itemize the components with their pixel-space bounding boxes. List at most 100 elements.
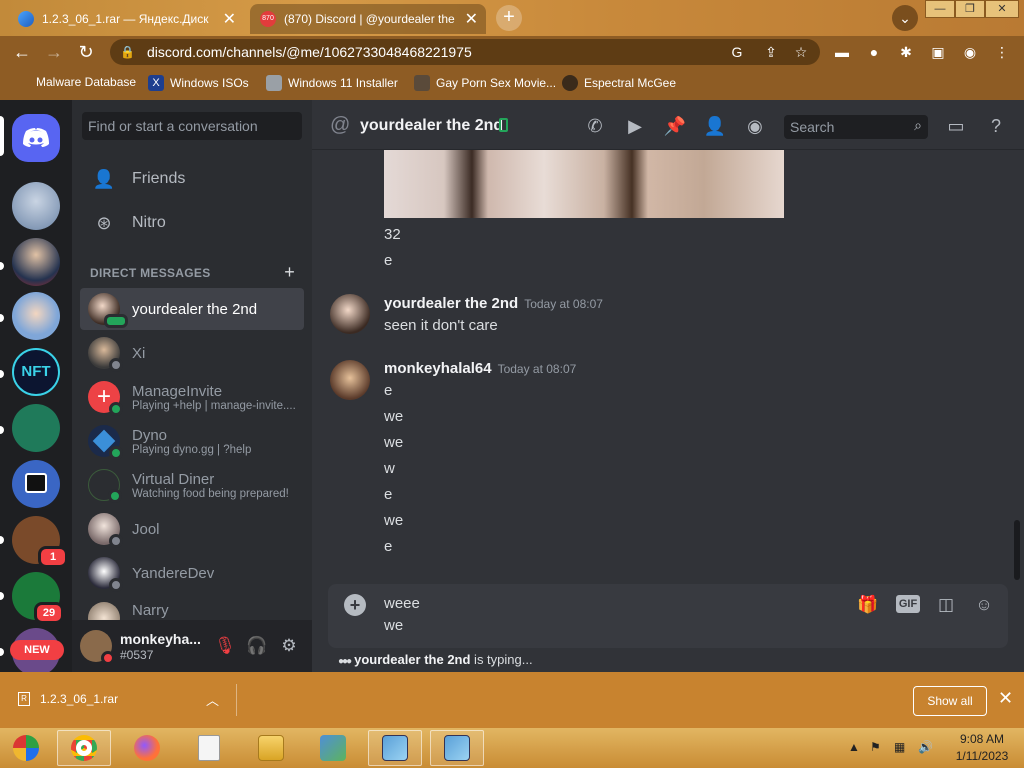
image-attachment[interactable] [384, 150, 784, 218]
composer-text-line[interactable]: weee [384, 595, 420, 612]
tab-search-dropdown-icon[interactable]: ⌄ [892, 5, 918, 31]
minimize-button[interactable]: — [925, 0, 955, 18]
action-center-flag-icon[interactable]: ⚑ [870, 740, 881, 754]
mute-microphone-icon[interactable]: 🎙 [213, 634, 237, 658]
help-icon[interactable]: ? [984, 114, 1008, 138]
close-tab-icon[interactable]: ✕ [465, 9, 478, 29]
inbox-icon[interactable]: ▭ [944, 114, 968, 138]
dm-item-dyno[interactable]: Dyno Playing dyno.gg | ?help [80, 420, 304, 462]
volume-icon[interactable]: 🔊 [918, 740, 933, 754]
taskbar-chrome[interactable] [57, 730, 111, 766]
system-clock[interactable]: 9:08 AM 1/11/2023 [950, 731, 1014, 765]
bookmark-malware-database[interactable]: Malware Database [36, 75, 136, 89]
taskbar-app-2[interactable] [430, 730, 484, 766]
voice-call-icon[interactable]: ✆ [583, 114, 607, 138]
gift-icon[interactable]: 🎁 [856, 594, 880, 616]
tab-title: 1.2.3_06_1.rar — Яндекс.Диск [42, 12, 209, 26]
extensions-puzzle-icon[interactable]: ✱ [896, 42, 916, 62]
chat-search-input[interactable]: Search ⌕ [784, 115, 928, 139]
composer-text-line[interactable]: we [384, 617, 403, 634]
back-arrow-icon[interactable]: ← [12, 42, 32, 62]
taskbar-control-panel[interactable] [306, 730, 360, 766]
message-composer[interactable]: + weee we 🎁 GIF ◫ ☺ [328, 584, 1008, 648]
find-conversation-search[interactable]: Find or start a conversation [82, 112, 302, 140]
create-dm-plus-icon[interactable]: + [284, 263, 295, 281]
author-avatar[interactable] [330, 360, 370, 400]
server-icon[interactable] [12, 182, 60, 230]
new-tab-button[interactable]: + [496, 5, 522, 31]
maximize-button[interactable]: ❐ [955, 0, 985, 18]
bookmark-windows-isos[interactable]: X Windows ISOs [148, 75, 249, 91]
close-downloads-icon[interactable]: ✕ [998, 688, 1013, 709]
dm-name: Virtual Diner [132, 470, 215, 488]
start-button[interactable] [2, 730, 50, 766]
menu-kebab-icon[interactable]: ⋮ [992, 42, 1012, 62]
discord-favicon-icon: 870 [260, 11, 276, 27]
dm-item-manageinvite[interactable]: + ManageInvite Playing +help | manage-in… [80, 376, 304, 418]
show-hidden-icons-icon[interactable]: ▲ [848, 740, 860, 754]
nft-server-icon[interactable]: NFT [12, 348, 60, 396]
reload-icon[interactable]: ↻ [76, 42, 96, 62]
server-icon[interactable] [12, 404, 60, 452]
dm-name: Xi [132, 344, 146, 362]
forward-arrow-icon[interactable]: → [44, 42, 64, 62]
dm-item-xi[interactable]: Xi [80, 332, 304, 374]
headphones-icon[interactable]: 🎧 [245, 634, 269, 658]
upload-plus-icon[interactable]: + [344, 594, 366, 616]
message-scrollbar[interactable] [1014, 520, 1020, 580]
close-tab-icon[interactable]: ✕ [223, 9, 236, 29]
bookmark-star-icon[interactable]: ☆ [792, 43, 810, 61]
chevron-up-icon[interactable]: ︿ [206, 690, 219, 709]
user-profile-icon[interactable]: ◉ [743, 114, 767, 138]
server-icon[interactable] [12, 238, 60, 286]
dnd-status-icon [101, 651, 115, 665]
taskbar-explorer[interactable] [244, 730, 298, 766]
gif-icon[interactable]: GIF [896, 595, 920, 613]
author-name[interactable]: monkeyhalal64 [384, 360, 492, 377]
dm-item-yourdealer[interactable]: yourdealer the 2nd [80, 288, 304, 330]
video-call-icon[interactable]: ▶ [623, 114, 647, 138]
pinned-messages-icon[interactable]: 📌 [663, 114, 687, 138]
taskbar-app-1[interactable] [368, 730, 422, 766]
extension-avatar-icon[interactable]: ● [864, 42, 884, 62]
side-panel-icon[interactable]: ▣ [928, 42, 948, 62]
dm-item-virtual-diner[interactable]: Virtual Diner Watching food being prepar… [80, 464, 304, 506]
tab-discord[interactable]: 870 (870) Discord | @yourdealer the ✕ [250, 4, 486, 34]
nav-friends[interactable]: 👤 Friends [80, 158, 304, 200]
nitro-icon: ⊛ [96, 212, 112, 233]
taskbar-firefox[interactable] [120, 730, 174, 766]
username[interactable]: monkeyha... [120, 631, 201, 647]
google-icon[interactable]: G [728, 43, 746, 61]
dyno-avatar-icon [88, 425, 123, 460]
dm-item-jool[interactable]: Jool [80, 508, 304, 550]
emoji-icon[interactable]: ☺ [972, 594, 996, 616]
share-icon[interactable]: ⇪ [762, 43, 780, 61]
download-item[interactable]: R 1.2.3_06_1.rar [18, 692, 118, 706]
address-bar[interactable]: 🔒 discord.com/channels/@me/1062733048468… [110, 39, 820, 65]
tab-yandex-disk[interactable]: 1.2.3_06_1.rar — Яндекс.Диск ✕ [8, 4, 244, 34]
close-window-button[interactable]: ✕ [985, 0, 1019, 18]
taskbar-notepad[interactable] [182, 730, 236, 766]
profile-icon[interactable]: ◉ [960, 42, 980, 62]
bookmark-movie[interactable]: Gay Porn Sex Movie... [414, 75, 556, 91]
show-all-button[interactable]: Show all [913, 686, 987, 716]
server-icon[interactable] [12, 292, 60, 340]
direct-messages-header: DIRECT MESSAGES + [90, 263, 295, 281]
sticker-icon[interactable]: ◫ [934, 594, 958, 616]
dm-item-narry[interactable]: Narry [80, 596, 304, 620]
unread-indicator [0, 536, 4, 544]
extension-flag-icon[interactable]: ▬ [832, 42, 852, 62]
user-avatar[interactable] [80, 630, 115, 665]
author-name[interactable]: yourdealer the 2nd [384, 295, 518, 312]
bookmark-windows-11-installer[interactable]: Windows 11 Installer [266, 75, 398, 91]
author-avatar[interactable] [330, 294, 370, 334]
discord-home-button[interactable] [12, 114, 60, 162]
add-friends-to-dm-icon[interactable]: 👤 [703, 114, 727, 138]
avatar [88, 469, 122, 503]
server-icon[interactable] [12, 460, 60, 508]
nav-nitro[interactable]: ⊛ Nitro [80, 202, 304, 244]
bookmark-espectral-mcgee[interactable]: Espectral McGee [562, 75, 676, 91]
dm-item-yanderedev[interactable]: YandereDev [80, 552, 304, 594]
network-icon[interactable]: ▦ [894, 740, 905, 754]
settings-gear-icon[interactable]: ⚙ [277, 634, 301, 658]
